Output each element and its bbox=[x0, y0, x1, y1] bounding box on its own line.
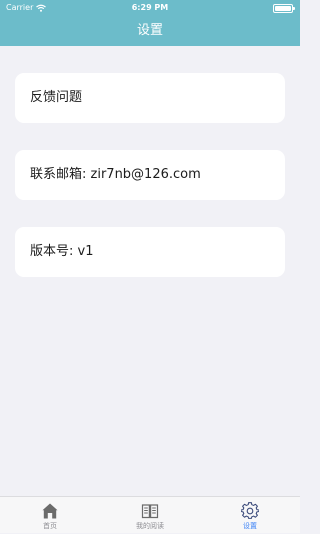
feedback-item[interactable]: 反馈问题 bbox=[15, 73, 285, 123]
tab-bar: 首页 我的阅读 设置 bbox=[0, 496, 300, 533]
tab-my-reading[interactable]: 我的阅读 bbox=[100, 497, 200, 534]
tab-home[interactable]: 首页 bbox=[0, 497, 100, 534]
battery-icon bbox=[273, 4, 295, 13]
tab-settings[interactable]: 设置 bbox=[200, 497, 300, 534]
book-icon bbox=[141, 504, 159, 519]
navigation-header: Carrier 6:29 PM 设置 bbox=[0, 0, 300, 46]
version-label: 版本号: v1 bbox=[30, 244, 94, 259]
status-bar: Carrier 6:29 PM bbox=[0, 0, 300, 16]
page-title: 设置 bbox=[136, 23, 163, 38]
contact-email-item[interactable]: 联系邮箱: zir7nb@126.com bbox=[15, 150, 285, 200]
feedback-label: 反馈问题 bbox=[30, 90, 83, 105]
home-icon bbox=[42, 503, 58, 519]
status-time: 6:29 PM bbox=[131, 3, 169, 12]
tab-my-reading-label: 我的阅读 bbox=[136, 522, 164, 530]
gear-icon bbox=[241, 502, 259, 519]
tab-home-label: 首页 bbox=[43, 522, 57, 530]
tab-settings-label: 设置 bbox=[243, 522, 257, 530]
contact-email-label: 联系邮箱: zir7nb@126.com bbox=[30, 167, 201, 182]
version-item: 版本号: v1 bbox=[15, 227, 285, 277]
